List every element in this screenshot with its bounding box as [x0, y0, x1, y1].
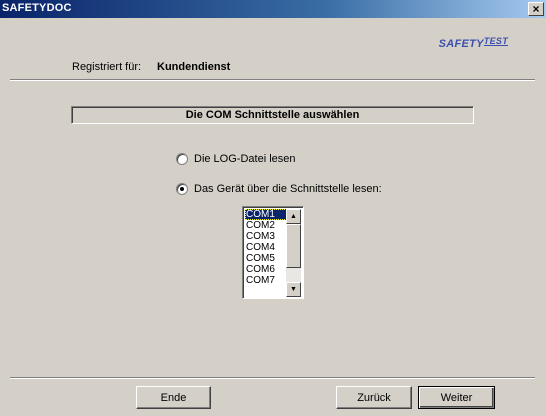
- brand-sup: TEST: [483, 36, 508, 46]
- top-divider: [10, 79, 535, 81]
- com-port-list: COM1 COM2 COM3 COM4 COM5 COM6 COM7: [245, 209, 287, 286]
- back-button[interactable]: Zurück: [336, 386, 412, 409]
- next-button-label: Weiter: [440, 391, 473, 404]
- next-button[interactable]: Weiter: [418, 386, 495, 409]
- radio-log-file[interactable]: [176, 153, 188, 165]
- list-item[interactable]: COM2: [245, 220, 287, 231]
- registration-label: Registriert für:: [72, 61, 142, 73]
- scroll-thumb[interactable]: [286, 224, 301, 268]
- bottom-divider: [10, 377, 535, 379]
- arrow-up-icon: ▲: [290, 213, 297, 220]
- option-device-port-label: Das Gerät über die Schnittstelle lesen:: [194, 183, 382, 195]
- end-button-label: Ende: [160, 391, 187, 404]
- arrow-down-icon: ▼: [290, 286, 297, 293]
- registration-value: Kundendienst: [157, 61, 231, 73]
- section-heading-text: Die COM Schnittstelle auswählen: [185, 109, 360, 121]
- end-button[interactable]: Ende: [136, 386, 211, 409]
- option-log-file-label: Die LOG-Datei lesen: [194, 153, 296, 165]
- scroll-down-button[interactable]: ▼: [286, 282, 301, 297]
- list-item[interactable]: COM6: [245, 264, 287, 275]
- section-heading: Die COM Schnittstelle auswählen: [71, 106, 474, 124]
- scroll-up-button[interactable]: ▲: [286, 209, 301, 224]
- back-button-label: Zurück: [357, 391, 391, 404]
- list-item[interactable]: COM7: [245, 275, 287, 286]
- list-item[interactable]: COM4: [245, 242, 287, 253]
- com-port-listbox[interactable]: COM1 COM2 COM3 COM4 COM5 COM6 COM7 ▲ ▼: [242, 206, 304, 299]
- list-item[interactable]: COM5: [245, 253, 287, 264]
- close-icon: ×: [532, 2, 540, 16]
- option-device-port[interactable]: Das Gerät über die Schnittstelle lesen:: [176, 183, 382, 195]
- title-bar: SAFETYDOC ×: [0, 0, 546, 18]
- brand-logo: SAFETYTEST: [438, 36, 508, 50]
- window-title: SAFETYDOC: [2, 2, 72, 14]
- list-item[interactable]: COM1: [245, 209, 287, 220]
- list-item[interactable]: COM3: [245, 231, 287, 242]
- radio-device-port[interactable]: [176, 183, 188, 195]
- close-button[interactable]: ×: [528, 2, 544, 16]
- option-log-file[interactable]: Die LOG-Datei lesen: [176, 153, 296, 165]
- listbox-scrollbar[interactable]: ▲ ▼: [286, 209, 301, 297]
- brand-main: SAFETY: [438, 38, 484, 50]
